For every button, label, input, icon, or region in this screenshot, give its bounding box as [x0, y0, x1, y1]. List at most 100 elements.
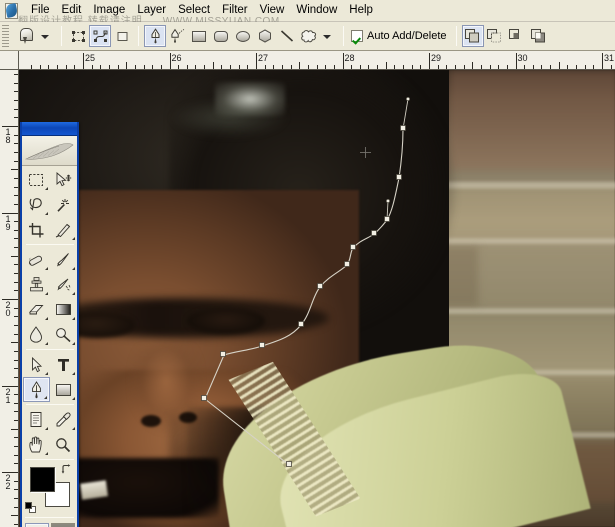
intersect-path-areas-button[interactable] — [506, 25, 528, 47]
swap-colors-icon[interactable] — [61, 464, 72, 475]
ruler-minor-tick — [14, 324, 18, 326]
ruler-major-tick — [83, 53, 84, 69]
ruler-minor-tick — [446, 65, 448, 69]
ruler-minor-tick — [14, 411, 18, 413]
pen-tool[interactable] — [22, 377, 50, 402]
active-tool-icon[interactable] — [12, 24, 38, 48]
freeform-pen-tool-button[interactable] — [166, 25, 188, 47]
tool-preset-chevron-down-icon[interactable] — [41, 35, 49, 39]
menu-item-image[interactable]: Image — [87, 1, 131, 20]
toolbox-title-bar[interactable] — [22, 122, 77, 136]
brush-tool[interactable] — [50, 247, 77, 272]
ruler-minor-tick — [230, 65, 232, 69]
menu-item-view[interactable]: View — [254, 1, 291, 20]
menu-item-window[interactable]: Window — [290, 1, 343, 20]
ruler-minor-tick — [31, 65, 33, 69]
menu-item-filter[interactable]: Filter — [216, 1, 254, 20]
marquee-tool[interactable] — [23, 167, 50, 192]
vertical-ruler[interactable]: 18 19 20 21 22 — [0, 70, 19, 527]
shape-layers-button[interactable] — [67, 25, 89, 47]
line-tool-button[interactable] — [276, 25, 298, 47]
ruler-minor-tick — [437, 65, 439, 69]
ruler-minor-tick — [316, 65, 318, 69]
dodge-tool[interactable] — [50, 322, 77, 347]
ruler-minor-tick — [14, 82, 18, 84]
ruler-minor-tick — [14, 307, 18, 309]
subtract-from-path-area-button[interactable] — [484, 25, 506, 47]
ruler-minor-tick — [584, 65, 586, 69]
default-colors-icon[interactable] — [25, 502, 36, 513]
rectangle-shape-tool[interactable] — [50, 377, 77, 402]
ruler-minor-tick — [108, 65, 110, 69]
clone-stamp-tool[interactable] — [23, 272, 50, 297]
ruler-minor-tick — [14, 376, 18, 378]
exclude-overlapping-path-areas-button[interactable] — [528, 25, 550, 47]
magic-wand-tool[interactable] — [50, 192, 77, 217]
polygon-tool-button[interactable] — [254, 25, 276, 47]
ellipse-tool-button[interactable] — [232, 25, 254, 47]
gradient-tool[interactable] — [50, 297, 77, 322]
menu-item-edit[interactable]: Edit — [56, 1, 88, 20]
foreground-color-swatch[interactable] — [30, 467, 55, 492]
ruler-minor-tick — [14, 134, 18, 136]
healing-brush-tool[interactable] — [23, 247, 50, 272]
move-tool[interactable] — [50, 167, 77, 192]
ruler-minor-tick — [39, 65, 41, 69]
toolbox-palette — [20, 122, 79, 527]
paths-button[interactable] — [89, 25, 111, 47]
eraser-tool[interactable] — [23, 297, 50, 322]
history-brush-tool[interactable] — [50, 272, 77, 297]
ruler-minor-tick — [117, 65, 119, 69]
rectangle-tool-button[interactable] — [188, 25, 210, 47]
ruler-minor-tick — [14, 523, 18, 525]
horizontal-ruler[interactable]: 25 26 27 28 29 30 31 — [19, 51, 615, 70]
menu-item-file[interactable]: File — [25, 1, 56, 20]
standard-mode-button[interactable] — [24, 523, 49, 527]
pen-tool-button[interactable] — [144, 25, 166, 47]
ruler-minor-tick — [14, 489, 18, 491]
ruler-minor-tick — [238, 65, 240, 69]
photoshop-app-icon — [3, 2, 21, 20]
menu-item-help[interactable]: Help — [343, 1, 379, 20]
slice-tool[interactable] — [50, 217, 77, 242]
ruler-corner[interactable] — [0, 51, 19, 70]
notes-tool[interactable] — [23, 407, 50, 432]
ruler-minor-tick — [14, 203, 18, 205]
auto-add-delete-checkbox-wrap[interactable]: Auto Add/Delete — [351, 30, 447, 42]
ruler-minor-tick — [480, 65, 482, 69]
document-area: 25 26 27 28 29 30 31 18 19 20 21 22 — [0, 51, 615, 527]
ruler-minor-tick — [472, 62, 474, 69]
ruler-minor-tick — [550, 65, 552, 69]
shape-options-chevron-down-icon[interactable] — [323, 35, 331, 39]
custom-shape-tool-button[interactable] — [298, 25, 320, 47]
ruler-minor-tick — [14, 463, 18, 465]
add-to-path-area-button[interactable] — [461, 25, 484, 47]
crop-tool[interactable] — [23, 217, 50, 242]
hand-tool[interactable] — [23, 432, 50, 457]
ruler-minor-tick — [48, 65, 50, 69]
type-tool[interactable] — [50, 352, 77, 377]
quick-mask-mode-button[interactable] — [50, 523, 75, 527]
zoom-tool[interactable] — [50, 432, 77, 457]
ruler-label-h: 29 — [431, 53, 442, 63]
ruler-minor-tick — [11, 515, 18, 517]
ruler-minor-tick — [14, 91, 18, 93]
auto-add-delete-checkbox[interactable] — [351, 30, 363, 42]
ruler-minor-tick — [221, 65, 223, 69]
menu-item-layer[interactable]: Layer — [131, 1, 172, 20]
menu-item-select[interactable]: Select — [172, 1, 216, 20]
ruler-minor-tick — [14, 368, 18, 370]
blur-tool[interactable] — [23, 322, 50, 347]
eyedropper-tool[interactable] — [50, 407, 77, 432]
ruler-minor-tick — [454, 65, 456, 69]
options-bar-grip[interactable] — [2, 25, 9, 47]
lasso-tool[interactable] — [23, 192, 50, 217]
menu-bar: File Edit Image Layer Select Filter View… — [0, 0, 615, 22]
rounded-rectangle-tool-button[interactable] — [210, 25, 232, 47]
ruler-label-v: 21 — [5, 386, 11, 405]
path-selection-tool[interactable] — [23, 352, 50, 377]
ruler-minor-tick — [14, 394, 18, 396]
ruler-minor-tick — [576, 65, 578, 69]
image-canvas[interactable] — [19, 70, 615, 527]
fill-pixels-button[interactable] — [111, 25, 133, 47]
